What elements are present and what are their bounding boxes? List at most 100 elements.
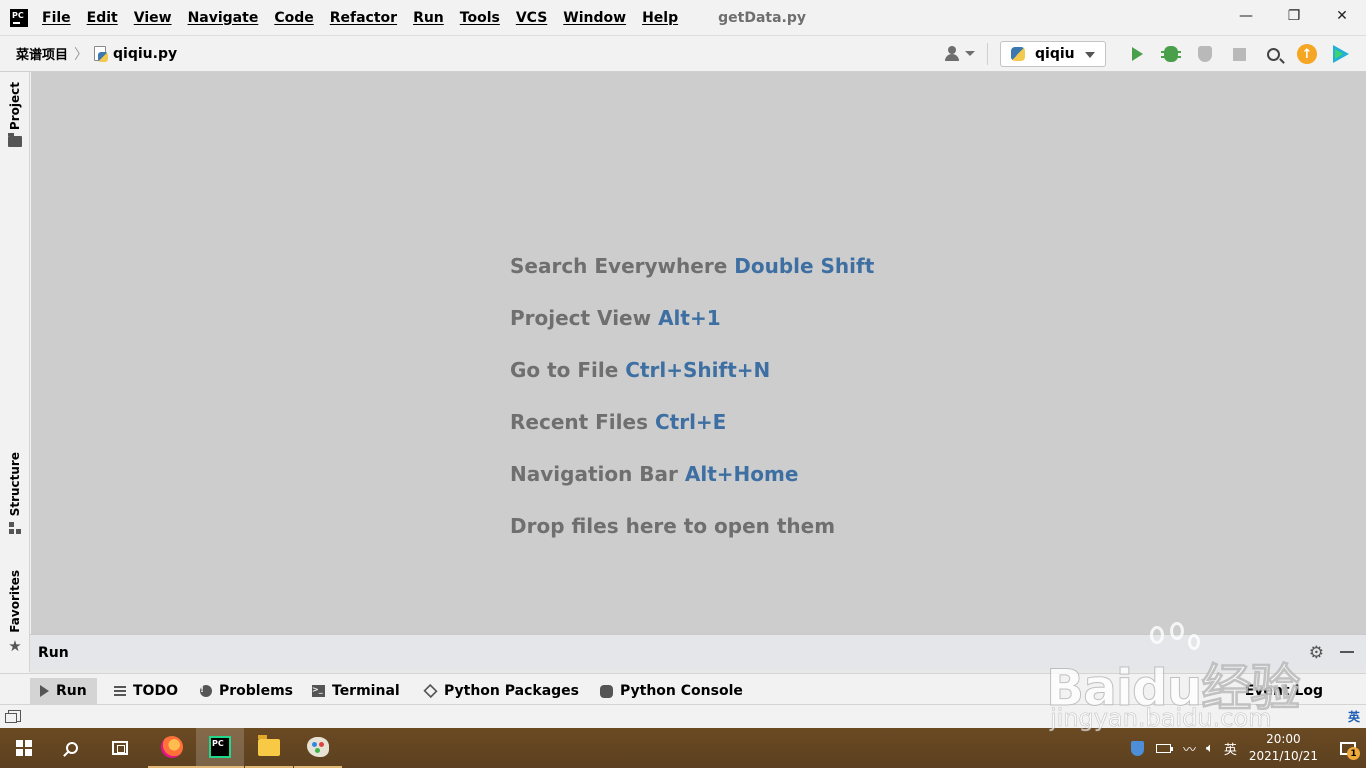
run-button[interactable] bbox=[1120, 41, 1154, 67]
menu-run[interactable]: Run bbox=[413, 10, 444, 26]
volume-icon[interactable]: 🔈︎ bbox=[1206, 741, 1214, 756]
debug-button[interactable] bbox=[1154, 41, 1188, 67]
pycharm-icon: PC bbox=[209, 736, 231, 758]
hint-navigation-bar: Navigation Bar Alt+Home bbox=[510, 462, 799, 486]
stop-icon bbox=[1232, 47, 1246, 61]
hint-drop-files: Drop files here to open them bbox=[510, 514, 836, 538]
search-button[interactable] bbox=[1256, 41, 1290, 67]
search-icon bbox=[1266, 47, 1280, 61]
toolbar-divider bbox=[987, 43, 988, 65]
window-controls: — ❐ ✕ bbox=[1222, 0, 1366, 32]
tool-tab-structure-label: Structure bbox=[8, 452, 22, 517]
editor-area[interactable]: Search Everywhere Double Shift Project V… bbox=[31, 72, 1366, 634]
tab-python-console[interactable]: Python Console bbox=[590, 678, 753, 704]
shield-coverage-icon bbox=[1198, 46, 1212, 62]
python-console-icon bbox=[600, 684, 613, 698]
clock-time: 20:00 bbox=[1266, 732, 1301, 746]
menu-view[interactable]: View bbox=[134, 10, 172, 26]
menu-window[interactable]: Window bbox=[563, 10, 626, 26]
tab-run[interactable]: Run bbox=[30, 678, 97, 704]
task-view-button[interactable] bbox=[96, 728, 144, 768]
run-configuration-select[interactable]: qiqiu bbox=[1000, 41, 1106, 67]
task-view-icon bbox=[112, 741, 128, 755]
minimize-panel-icon[interactable] bbox=[1340, 651, 1354, 653]
taskbar-paint[interactable] bbox=[294, 728, 342, 768]
structure-icon bbox=[9, 522, 21, 535]
code-with-me-button[interactable] bbox=[1324, 41, 1358, 67]
breadcrumb-separator-icon: 〉 bbox=[74, 46, 89, 63]
action-center-button[interactable]: 1 bbox=[1330, 728, 1366, 768]
run-configuration-label: qiqiu bbox=[1035, 46, 1075, 62]
close-button[interactable]: ✕ bbox=[1318, 0, 1366, 32]
run-tool-window-header: Run ⚙ bbox=[30, 634, 1366, 670]
navigation-bar: 菜谱项目 〉 qiqiu.py qiqiu ↑ bbox=[0, 35, 1366, 72]
list-icon bbox=[114, 686, 126, 696]
user-account-icon[interactable] bbox=[945, 44, 975, 64]
battery-icon[interactable] bbox=[1155, 743, 1173, 753]
run-panel-title: Run bbox=[38, 644, 69, 661]
clock[interactable]: 20:00 2021/10/21 bbox=[1249, 731, 1318, 765]
gear-icon[interactable]: ⚙ bbox=[1309, 643, 1324, 663]
menu-help[interactable]: Help bbox=[642, 10, 678, 26]
taskbar-firefox[interactable] bbox=[148, 728, 196, 768]
security-shield-icon[interactable] bbox=[1130, 740, 1144, 756]
menu-refactor[interactable]: Refactor bbox=[330, 10, 397, 26]
arrow-up-icon: ↑ bbox=[1297, 44, 1317, 64]
tab-event-log[interactable]: Event Log bbox=[1245, 678, 1323, 704]
tool-tab-structure[interactable]: Structure bbox=[0, 452, 30, 535]
wifi-icon[interactable]: 〰 bbox=[1183, 739, 1196, 758]
ime-language-indicator[interactable]: 英 bbox=[1348, 708, 1360, 725]
status-bar: 英 bbox=[0, 704, 1366, 728]
taskbar-search-button[interactable] bbox=[48, 728, 96, 768]
tool-tab-favorites-label: Favorites bbox=[8, 570, 22, 633]
stop-button[interactable] bbox=[1222, 41, 1256, 67]
breadcrumb-project[interactable]: 菜谱项目 bbox=[16, 44, 68, 63]
update-button[interactable]: ↑ bbox=[1290, 41, 1324, 67]
tab-python-packages[interactable]: Python Packages bbox=[414, 678, 589, 704]
start-button[interactable] bbox=[0, 728, 48, 768]
terminal-icon: >_ bbox=[312, 685, 325, 697]
menu-file[interactable]: File bbox=[42, 10, 71, 26]
title-bar: PC File Edit View Navigate Code Refactor… bbox=[0, 0, 1366, 35]
python-icon bbox=[1011, 47, 1025, 61]
system-tray: 〰 🔈︎ 英 20:00 2021/10/21 1 bbox=[1130, 728, 1366, 768]
layers-icon bbox=[423, 683, 438, 699]
tool-tab-favorites[interactable]: Favorites ★ bbox=[0, 570, 30, 654]
folder-icon bbox=[8, 133, 22, 148]
play-icon bbox=[40, 685, 49, 697]
taskbar-pycharm[interactable]: PC bbox=[196, 728, 244, 768]
python-file-icon bbox=[94, 45, 109, 62]
pycharm-logo-icon[interactable]: PC bbox=[10, 8, 28, 27]
breadcrumb-file[interactable]: qiqiu.py bbox=[113, 46, 177, 62]
coverage-button[interactable] bbox=[1188, 41, 1222, 67]
minimize-button[interactable]: — bbox=[1222, 0, 1270, 32]
taskbar-file-explorer[interactable] bbox=[245, 728, 293, 768]
play-icon bbox=[1131, 47, 1143, 61]
toggle-tool-windows-icon[interactable] bbox=[5, 710, 21, 723]
empty-editor-hints: Search Everywhere Double Shift Project V… bbox=[510, 254, 874, 566]
input-language-indicator[interactable]: 英 bbox=[1224, 739, 1237, 758]
windows-taskbar: PC 〰 🔈︎ 英 20:00 2021/10/21 1 bbox=[0, 728, 1366, 768]
menu-tools[interactable]: Tools bbox=[460, 10, 500, 26]
left-tool-strip: Project Structure Favorites ★ bbox=[0, 72, 30, 672]
hint-recent-files: Recent Files Ctrl+E bbox=[510, 410, 727, 434]
menu-navigate[interactable]: Navigate bbox=[188, 10, 259, 26]
clock-date: 2021/10/21 bbox=[1248, 749, 1318, 763]
bottom-tool-tabs: Run TODO ! Problems >_ Terminal Python Pac… bbox=[0, 673, 1366, 704]
windows-logo-icon bbox=[16, 740, 32, 756]
menu-edit[interactable]: Edit bbox=[87, 10, 118, 26]
folder-icon bbox=[258, 734, 280, 756]
restore-button[interactable]: ❐ bbox=[1270, 0, 1318, 32]
tab-terminal[interactable]: >_ Terminal bbox=[302, 678, 410, 704]
menu-code[interactable]: Code bbox=[274, 10, 313, 26]
main-menu: File Edit View Navigate Code Refactor Ru… bbox=[42, 10, 694, 26]
tab-problems[interactable]: ! Problems bbox=[190, 678, 303, 704]
menu-vcs[interactable]: VCS bbox=[516, 10, 547, 26]
firefox-icon bbox=[161, 736, 183, 758]
tab-todo[interactable]: TODO bbox=[104, 678, 188, 704]
tool-tab-project[interactable]: Project bbox=[0, 82, 30, 148]
window-title: getData.py bbox=[718, 9, 807, 26]
toolbar-actions: qiqiu ↑ bbox=[945, 36, 1358, 72]
bug-icon bbox=[1161, 46, 1181, 62]
notification-count: 1 bbox=[1347, 747, 1360, 760]
